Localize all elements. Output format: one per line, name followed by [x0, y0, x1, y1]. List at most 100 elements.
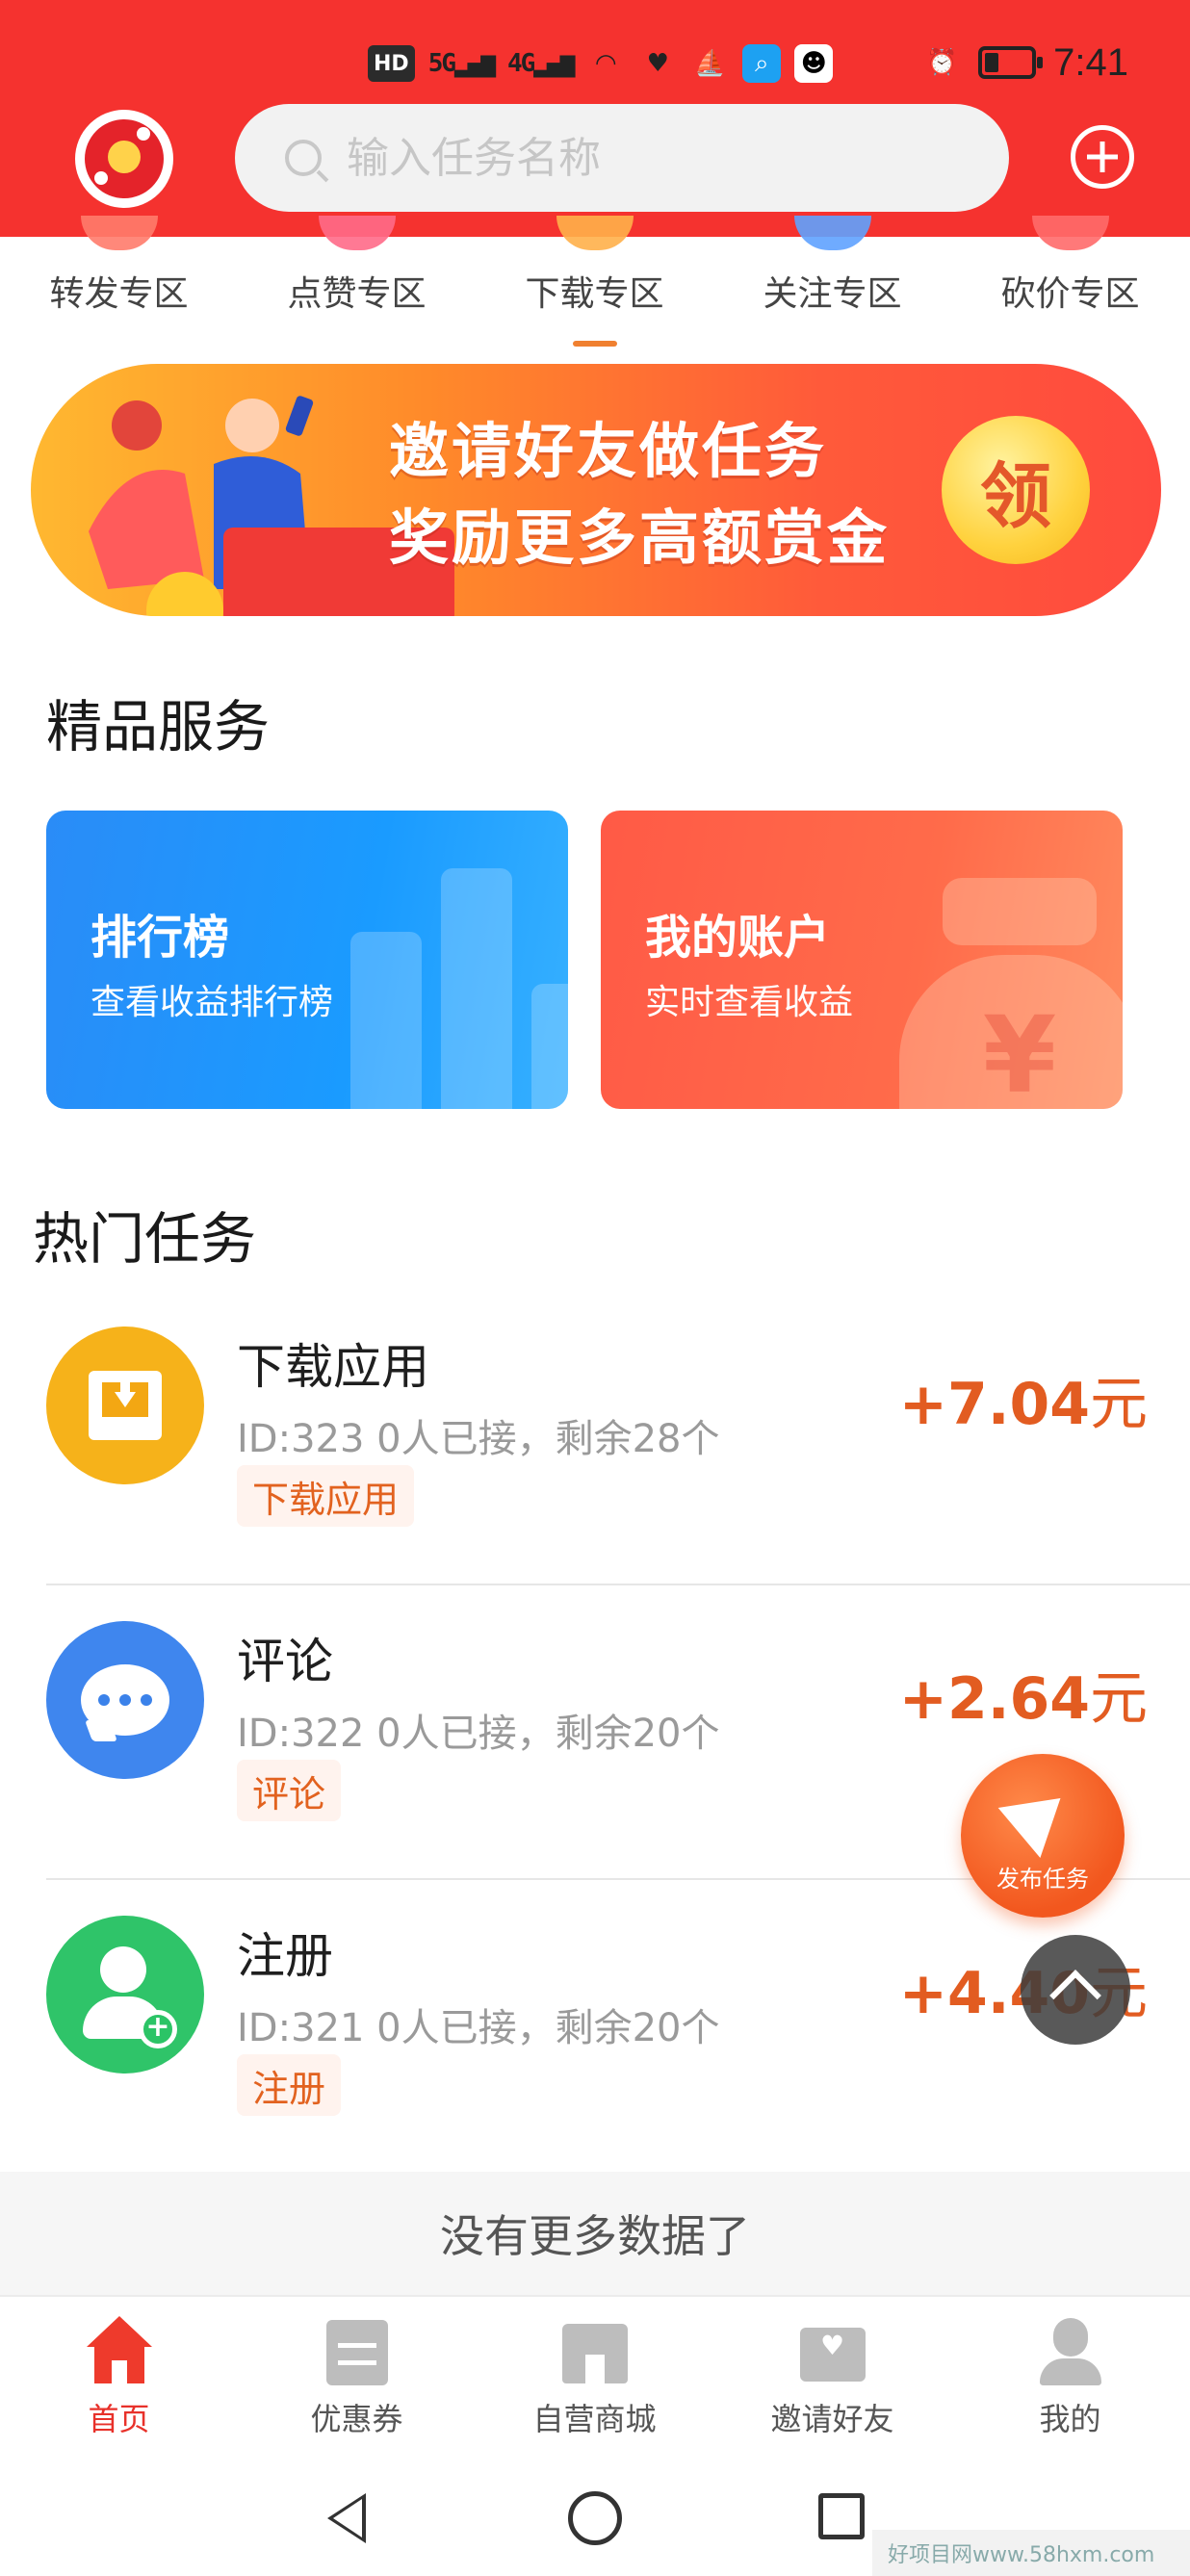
nav-label: 首页	[88, 2401, 150, 2437]
tab-like[interactable]: 点赞专区	[238, 216, 476, 343]
signal-5g-icon: 5G▂▄▆	[427, 49, 496, 78]
nav-invite[interactable]: 邀请好友	[713, 2297, 951, 2462]
search-bar[interactable]	[235, 104, 1009, 212]
ranking-card[interactable]: 排行榜 查看收益排行榜	[46, 811, 568, 1109]
health-icon: ♥	[646, 49, 669, 78]
forward-icon	[80, 216, 158, 250]
search-icon	[285, 140, 322, 176]
reward-unit: 元	[1090, 1371, 1148, 1438]
back-to-top-button[interactable]	[1021, 1935, 1130, 2045]
status-right: ⏰ 7:41	[922, 39, 1128, 87]
shop-shape	[561, 2324, 628, 2383]
tab-download[interactable]: 下载专区	[476, 216, 713, 347]
search-input[interactable]	[347, 133, 944, 183]
hot-tasks-title: 热门任务	[33, 1206, 257, 1272]
app-logo[interactable]	[75, 110, 173, 208]
profile-icon	[1034, 2316, 1107, 2385]
task-tag: 评论	[237, 1760, 342, 1821]
banner-line1: 邀请好友做任务	[389, 416, 828, 486]
nav-me[interactable]: 我的	[951, 2297, 1189, 2462]
active-tab-indicator	[572, 341, 617, 347]
task-row[interactable]: + 注册 ID:321 0人已接，剩余20个 注册 +4.40元	[0, 1881, 1190, 2175]
clock: 7:41	[1053, 40, 1128, 84]
bottom-nav: 首页 优惠券 自营商城 邀请好友 我的	[0, 2295, 1190, 2460]
search-app-icon: ⌕	[742, 44, 782, 83]
nav-label: 我的	[1039, 2401, 1101, 2437]
logo-dot	[94, 171, 108, 185]
task-name: 下载应用	[237, 1339, 429, 1395]
person-glyph: +	[79, 1946, 177, 2048]
task-row[interactable]: 下载应用 ID:323 0人已接，剩余28个 下载应用 +7.04元	[0, 1292, 1190, 1585]
like-icon	[318, 216, 396, 250]
download-arrow	[115, 1392, 136, 1407]
chevron-up-icon	[1049, 1970, 1101, 2022]
bargain-icon	[1031, 216, 1109, 250]
task-meta: ID:323 0人已接，剩余28个	[237, 1417, 720, 1461]
tab-follow[interactable]: 关注专区	[713, 216, 951, 343]
signal-4g-icon: 4G▂▄▆	[506, 49, 575, 78]
invite-icon	[796, 2316, 869, 2385]
nav-mall[interactable]: 自营商城	[476, 2297, 713, 2462]
account-card[interactable]: ¥ 我的账户 实时查看收益	[601, 811, 1123, 1109]
logo-dot	[137, 127, 150, 141]
account-title: 我的账户	[645, 911, 831, 965]
profile-body	[1039, 2358, 1101, 2385]
plus-circle-icon[interactable]	[1071, 125, 1134, 189]
invite-banner[interactable]: 邀请好友做任务 奖励更多高额赏金 领	[31, 364, 1161, 616]
logo-mark	[85, 119, 164, 198]
tab-label: 点赞专区	[287, 274, 427, 314]
no-more-data: 没有更多数据了	[0, 2172, 1190, 2295]
reward-amount: +2.64	[898, 1665, 1090, 1733]
wifi-icon: ◠	[594, 49, 617, 78]
publish-task-button[interactable]: 发布任务	[961, 1754, 1125, 1918]
tab-forward[interactable]: 转发专区	[0, 216, 238, 343]
home-circle-icon[interactable]	[568, 2491, 622, 2545]
hd-indicator: HD	[368, 45, 415, 82]
qq-icon: ☻	[794, 44, 834, 83]
status-bar: HD 5G▂▄▆ 4G▂▄▆ ◠ ♥ ⛵ ⌕ ☻ ⏰ 7:41	[0, 0, 1190, 96]
ranking-subtitle: 查看收益排行榜	[91, 983, 334, 1022]
coupon-icon	[321, 2316, 394, 2385]
back-icon[interactable]	[327, 2493, 366, 2543]
task-reward: +2.64元	[899, 1652, 1148, 1736]
home-door	[111, 2360, 127, 2383]
person-head	[100, 1946, 146, 1993]
invite-shape	[799, 2328, 866, 2382]
profile-head	[1052, 2318, 1088, 2357]
battery-icon	[978, 46, 1044, 79]
shop-icon	[558, 2316, 632, 2385]
recent-apps-icon[interactable]	[818, 2493, 865, 2539]
task-name: 注册	[237, 1928, 333, 1984]
banner-line2: 奖励更多高额赏金	[389, 502, 891, 573]
nav-label: 自营商城	[532, 2401, 657, 2437]
nav-home[interactable]: 首页	[0, 2297, 238, 2462]
tab-bargain[interactable]: 砍价专区	[951, 216, 1189, 343]
coupon-shape	[325, 2320, 388, 2385]
bag-top	[943, 878, 1097, 945]
tab-label: 关注专区	[763, 274, 902, 314]
chart-bar-decoration	[350, 932, 422, 1109]
status-icons: HD 5G▂▄▆ 4G▂▄▆ ◠ ♥ ⛵ ⌕ ☻	[368, 42, 834, 85]
logo-coin	[108, 141, 141, 173]
claim-button[interactable]: 领	[942, 416, 1090, 564]
tab-label: 下载专区	[525, 274, 664, 314]
comment-bubble	[81, 1664, 169, 1736]
paper-plane-icon	[997, 1772, 1082, 1859]
download-box	[89, 1371, 162, 1440]
publish-task-label: 发布任务	[996, 1866, 1089, 1893]
download-icon	[46, 1327, 204, 1484]
ranking-title: 排行榜	[91, 911, 230, 965]
download-icon	[556, 216, 634, 250]
task-name: 评论	[237, 1634, 333, 1689]
ship-icon: ⛵	[694, 49, 726, 78]
account-subtitle: 实时查看收益	[645, 983, 854, 1022]
category-tabs: 转发专区 点赞专区 下载专区 关注专区 砍价专区	[0, 216, 1190, 352]
home-icon	[83, 2316, 156, 2385]
nav-label: 邀请好友	[770, 2401, 894, 2437]
app-header: HD 5G▂▄▆ 4G▂▄▆ ◠ ♥ ⛵ ⌕ ☻ ⏰ 7:41	[0, 0, 1190, 237]
nav-coupons[interactable]: 优惠券	[238, 2297, 476, 2462]
plus-badge-icon: +	[139, 2010, 177, 2048]
chart-bar-decoration	[441, 868, 512, 1109]
yen-icon: ¥	[982, 993, 1057, 1109]
task-tag: 注册	[237, 2054, 342, 2116]
